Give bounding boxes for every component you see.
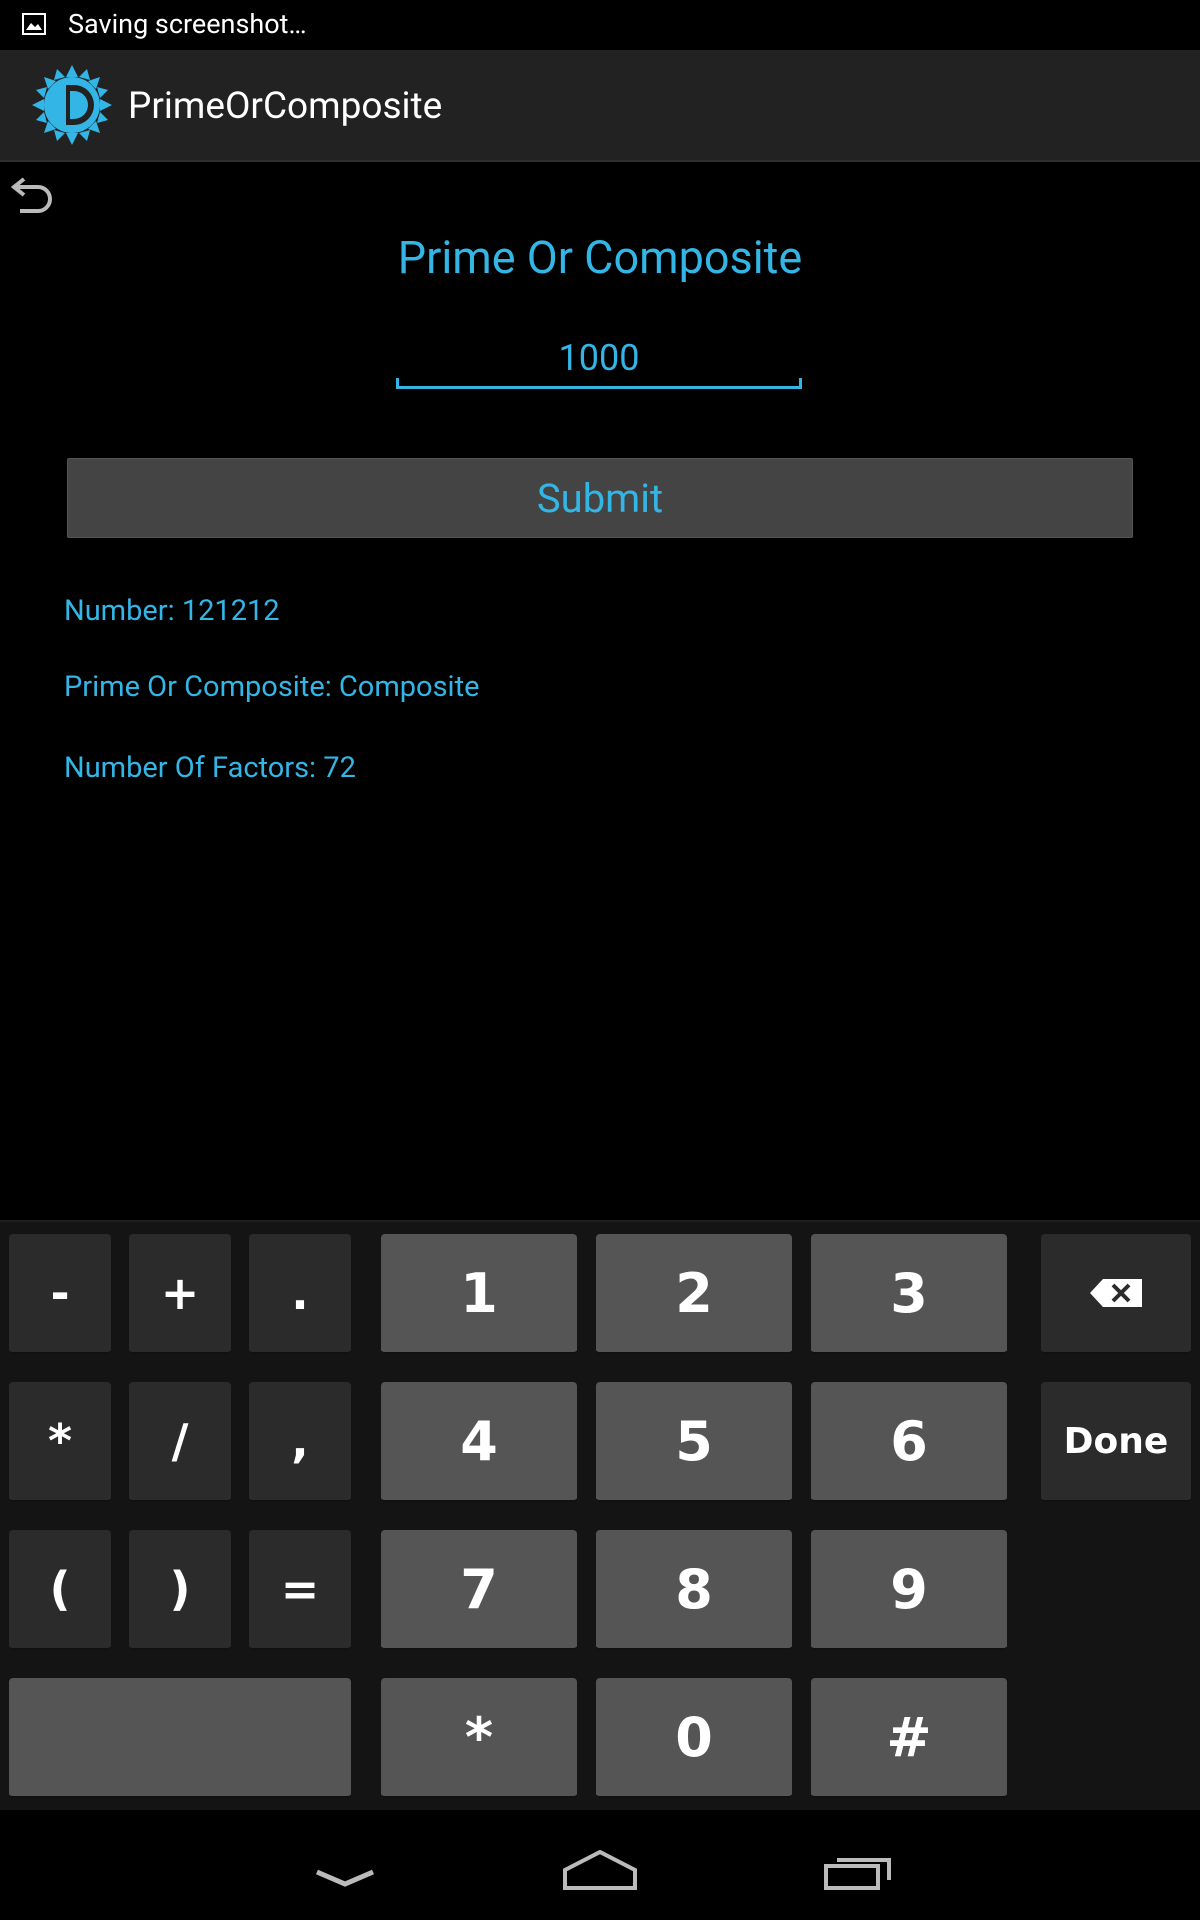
key-asterisk[interactable]: * — [9, 1382, 111, 1502]
input-underline-tick — [799, 378, 802, 389]
backspace-key[interactable] — [1041, 1234, 1191, 1354]
result-number: Number: 121212 — [64, 594, 280, 628]
key-4[interactable]: 4 — [381, 1382, 577, 1502]
key-slash[interactable]: / — [129, 1382, 231, 1502]
key-open-paren[interactable]: ( — [9, 1530, 111, 1650]
key-equals[interactable]: = — [249, 1530, 351, 1650]
key-comma[interactable]: , — [249, 1382, 351, 1502]
recent-apps-icon[interactable] — [803, 1830, 913, 1910]
key-8[interactable]: 8 — [596, 1530, 792, 1650]
key-5[interactable]: 5 — [596, 1382, 792, 1502]
key-3[interactable]: 3 — [811, 1234, 1007, 1354]
result-prime-or-composite: Prime Or Composite: Composite — [64, 670, 480, 704]
backspace-icon — [1090, 1279, 1142, 1307]
number-input[interactable] — [397, 330, 801, 389]
key-9[interactable]: 9 — [811, 1530, 1007, 1650]
page-title: Prime Or Composite — [397, 231, 803, 284]
key-2[interactable]: 2 — [596, 1234, 792, 1354]
key-star[interactable]: * — [381, 1678, 577, 1798]
key-plus[interactable]: + — [129, 1234, 231, 1354]
back-nav-icon[interactable] — [290, 1830, 400, 1910]
space-key[interactable] — [9, 1678, 351, 1798]
undo-icon[interactable] — [10, 173, 56, 219]
app-title: PrimeOrComposite — [128, 85, 443, 128]
image-icon — [22, 13, 46, 35]
key-6[interactable]: 6 — [811, 1382, 1007, 1502]
key-0[interactable]: 0 — [596, 1678, 792, 1798]
done-key[interactable]: Done — [1041, 1382, 1191, 1502]
key-period[interactable]: . — [249, 1234, 351, 1354]
home-icon[interactable] — [545, 1830, 655, 1910]
key-7[interactable]: 7 — [381, 1530, 577, 1650]
sun-logo-icon — [32, 65, 112, 145]
submit-button[interactable]: Submit — [67, 458, 1133, 538]
key-hash[interactable]: # — [811, 1678, 1007, 1798]
result-number-of-factors: Number Of Factors: 72 — [64, 751, 356, 785]
key-1[interactable]: 1 — [381, 1234, 577, 1354]
key-close-paren[interactable]: ) — [129, 1530, 231, 1650]
input-underline-tick — [396, 378, 399, 389]
status-notification-text: Saving screenshot… — [68, 8, 307, 40]
key-minus[interactable]: - — [9, 1234, 111, 1354]
